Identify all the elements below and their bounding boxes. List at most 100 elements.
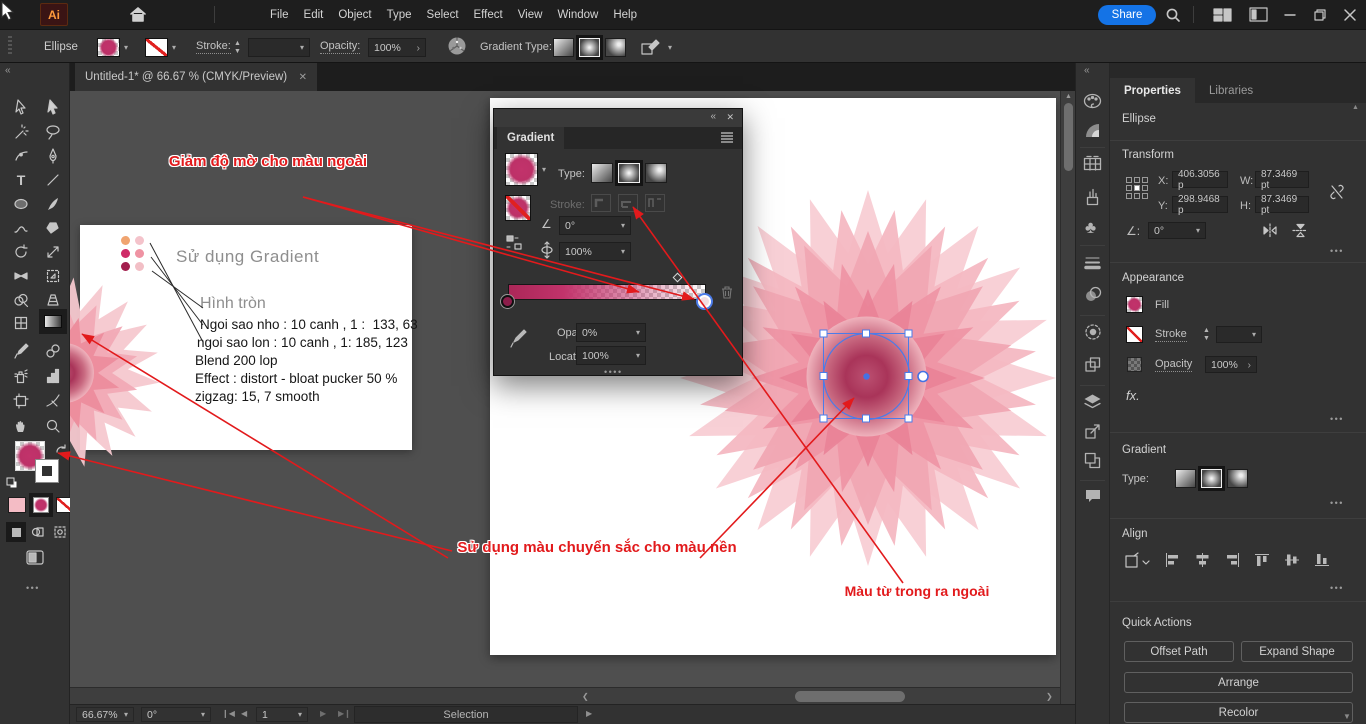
artboards-panel-icon[interactable]	[1084, 452, 1101, 469]
gradient-panel-resize-grip[interactable]: ••••	[604, 367, 623, 377]
arrange-button[interactable]: Arrange	[1124, 672, 1353, 693]
hand-tool[interactable]	[8, 416, 34, 436]
next-artboard-icon[interactable]: ▶	[320, 709, 326, 718]
brushes-panel-icon[interactable]	[1084, 188, 1101, 206]
reference-point-locator[interactable]	[1126, 177, 1148, 199]
document-tab-close-icon[interactable]: ✕	[299, 72, 307, 83]
stroke-swatch-chevron-icon[interactable]: ▾	[172, 44, 176, 52]
menu-view[interactable]: View	[518, 9, 543, 21]
gradient-panel-titlebar[interactable]: « ✕	[494, 109, 742, 127]
free-transform-tool[interactable]	[40, 266, 66, 286]
flip-vertical-icon[interactable]	[1292, 223, 1308, 238]
gradient-panel-icon[interactable]	[1084, 286, 1102, 303]
draw-normal-mode-button[interactable]	[6, 522, 26, 542]
x-field[interactable]: 406.3056 p	[1172, 171, 1228, 188]
document-setup-icon[interactable]	[1249, 7, 1268, 22]
stroke-color-swatch[interactable]	[145, 38, 168, 57]
column-graph-tool[interactable]	[40, 366, 66, 386]
close-panel-icon[interactable]: ✕	[726, 112, 734, 123]
align-center-vertical-icon[interactable]	[1284, 552, 1301, 571]
align-more-button[interactable]: •••	[1330, 583, 1344, 593]
appearance-more-button[interactable]: •••	[1330, 414, 1344, 424]
w-field[interactable]: 87.3469 pt	[1255, 171, 1309, 188]
props-type-linear-button[interactable]	[1175, 469, 1196, 488]
document-tab[interactable]: Untitled-1* @ 66.67 % (CMYK/Preview) ✕	[75, 63, 317, 91]
align-center-horizontal-icon[interactable]	[1194, 552, 1211, 571]
gradient-fill-thumbnail[interactable]	[505, 153, 538, 186]
horizontal-scroll-thumb[interactable]	[795, 691, 905, 702]
scroll-up-icon[interactable]: ▲	[1065, 93, 1072, 100]
swatches-panel-icon[interactable]	[1083, 155, 1102, 171]
fill-color-swatch[interactable]	[97, 38, 120, 57]
properties-scroll-down-icon[interactable]: ▼	[1343, 712, 1351, 721]
canvas-vertical-scrollbar[interactable]: ▲	[1060, 91, 1075, 704]
align-to-selection-icon[interactable]	[1124, 552, 1150, 569]
draw-behind-mode-button[interactable]	[31, 525, 45, 539]
gradient-fill-chevron-icon[interactable]: ▾	[542, 166, 546, 174]
toolbar-stroke-swatch[interactable]	[35, 459, 59, 483]
slice-tool[interactable]	[40, 391, 66, 411]
menu-help[interactable]: Help	[613, 9, 637, 21]
stroke-panel-icon[interactable]	[1084, 255, 1101, 270]
properties-scroll-up-icon[interactable]: ▲	[1352, 104, 1359, 111]
stroke-weight-label[interactable]: Stroke:	[196, 40, 231, 54]
home-icon[interactable]	[128, 5, 148, 24]
lasso-tool[interactable]	[40, 122, 66, 142]
gradient-type-freeform-button[interactable]	[605, 38, 626, 57]
gradient-panel-tab[interactable]: Gradient	[497, 127, 564, 149]
align-right-icon[interactable]	[1224, 552, 1241, 571]
dock-expand-icon[interactable]: «	[1084, 65, 1090, 76]
perspective-grid-tool[interactable]	[40, 290, 66, 310]
flip-horizontal-icon[interactable]	[1262, 223, 1278, 238]
appearance-panel-icon[interactable]	[1084, 356, 1102, 373]
gradient-midpoint-marker[interactable]	[673, 273, 683, 283]
panel-type-freeform-button[interactable]	[645, 163, 667, 183]
appearance-stroke-swatch[interactable]	[1126, 326, 1143, 343]
transform-more-button[interactable]: •••	[1330, 246, 1344, 256]
zoom-level-field[interactable]: 66.67%▾	[76, 707, 134, 722]
rotation-field[interactable]: 0°▾	[141, 707, 211, 722]
gradient-stroke-thumbnail[interactable]	[505, 195, 531, 221]
close-button[interactable]	[1343, 8, 1357, 22]
share-button[interactable]: Share	[1098, 5, 1156, 25]
previous-artboard-icon[interactable]: ◀	[241, 709, 247, 718]
rotate-tool[interactable]	[8, 242, 34, 262]
align-left-icon[interactable]	[1164, 552, 1181, 571]
gradient-button-selected[interactable]	[29, 493, 53, 517]
scroll-right-icon[interactable]: ❯	[1046, 692, 1053, 701]
workspace-switcher-icon[interactable]	[1213, 8, 1232, 22]
selection-tool[interactable]	[8, 97, 34, 117]
restore-button[interactable]	[1313, 8, 1327, 22]
artboard-number-field[interactable]: 1▾	[256, 707, 308, 722]
first-artboard-icon[interactable]: ❙◀	[222, 709, 235, 718]
transparency-panel-icon[interactable]	[1084, 323, 1102, 341]
gradient-slider[interactable]	[508, 284, 706, 300]
fill-swatch-chevron-icon[interactable]: ▾	[124, 44, 128, 52]
appearance-opacity-label[interactable]: Opacity	[1155, 358, 1192, 372]
menu-object[interactable]: Object	[338, 9, 371, 21]
menu-file[interactable]: File	[270, 9, 289, 21]
expand-shape-button[interactable]: Expand Shape	[1241, 641, 1353, 662]
paintbrush-tool[interactable]	[40, 194, 66, 214]
default-fill-stroke-icon[interactable]	[6, 477, 18, 492]
eyedropper-tool[interactable]	[8, 341, 34, 361]
width-tool[interactable]	[8, 266, 34, 286]
gradient-angle-field[interactable]: 0°▾	[559, 216, 631, 235]
appearance-stroke-label[interactable]: Stroke	[1155, 328, 1187, 342]
draw-inside-mode-button[interactable]	[53, 525, 67, 539]
stroke-width-field[interactable]: ▾	[1216, 326, 1262, 343]
zoom-tool[interactable]	[40, 416, 66, 436]
collapse-panel-icon[interactable]: «	[710, 111, 716, 122]
status-expand-icon[interactable]: ▶	[586, 709, 592, 718]
menu-edit[interactable]: Edit	[304, 9, 324, 21]
scale-tool[interactable]	[40, 242, 66, 262]
appearance-fill-swatch[interactable]	[1126, 296, 1143, 313]
shaper-tool[interactable]	[8, 218, 34, 238]
color-button[interactable]	[8, 497, 26, 513]
stroke-width-stepper[interactable]: ▲▼	[1203, 326, 1210, 343]
offset-path-button[interactable]: Offset Path	[1124, 641, 1234, 662]
gradient-type-radial-button[interactable]	[579, 38, 600, 57]
gradient-stop-start[interactable]	[501, 295, 514, 308]
export-panel-icon[interactable]	[1084, 423, 1101, 440]
scroll-left-icon[interactable]: ❮	[582, 692, 589, 701]
